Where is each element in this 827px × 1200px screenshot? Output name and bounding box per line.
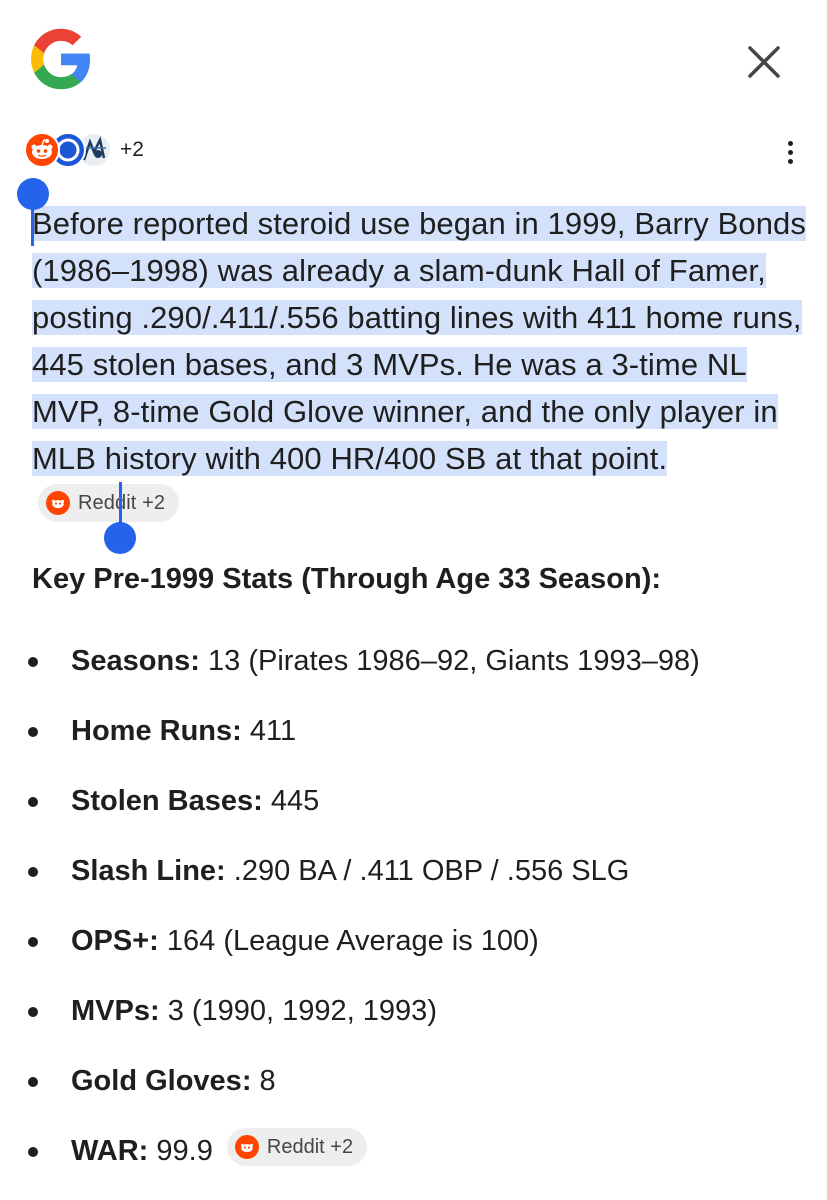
bullet [28,1077,38,1087]
citation-chip[interactable]: Reddit +2 [226,1128,368,1166]
close-icon [748,46,780,78]
bullet [28,727,38,737]
stat-value: 411 [249,715,297,747]
list-item: Seasons: 13 (Pirates 1986–92, Giants 199… [0,632,827,702]
stat-label: Seasons: [71,645,200,677]
selected-answer-text[interactable]: Before reported steroid use began in 199… [32,206,806,476]
close-button[interactable] [738,36,790,88]
selection-end-handle[interactable] [104,522,136,554]
top-bar [0,0,827,120]
bullet [28,657,38,667]
list-item: Stolen Bases: 445 [0,772,827,842]
stat-value: 3 (1990, 1992, 1993) [167,995,437,1027]
sources-row[interactable]: +2 [24,128,144,172]
stat-label: Stolen Bases: [71,785,263,817]
citation-chip[interactable]: Reddit +2 [38,484,180,522]
list-item: Slash Line: .290 BA / .411 OBP / .556 SL… [0,842,827,912]
bullet [28,1007,38,1017]
list-item: Gold Gloves: 8 [0,1052,827,1122]
stat-value: 445 [270,785,320,817]
stat-label: Home Runs: [71,715,242,747]
stats-heading: Key Pre-1999 Stats (Through Age 33 Seaso… [32,563,662,595]
bullet [28,797,38,807]
selection-start-handle[interactable] [17,178,49,210]
stat-value: 13 (Pirates 1986–92, Giants 1993–98) [208,645,700,677]
ai-overview-panel: +2 Before reported steroid use began in … [0,0,827,1200]
answer-paragraph: Before reported steroid use began in 199… [32,200,812,529]
more-options-button[interactable] [770,130,810,174]
list-item: Home Runs: 411 [0,702,827,772]
stat-label: OPS+: [71,925,159,957]
list-item: WAR: 99.9 Reddit +2 [0,1122,827,1192]
bullet [28,937,38,947]
stat-label: Gold Gloves: [71,1065,252,1097]
stat-value: 164 (League Average is 100) [166,925,539,957]
stat-value: 8 [259,1065,276,1097]
stat-value: .290 BA / .411 OBP / .556 SLG [233,855,630,887]
google-g-icon [31,28,91,90]
bullet [28,1147,38,1157]
stat-value: 99.9 [156,1135,213,1167]
reddit-icon [46,491,70,515]
more-vert-icon [787,140,793,146]
sources-extra-count: +2 [120,138,144,161]
reddit-icon[interactable] [24,132,60,168]
stats-list: Seasons: 13 (Pirates 1986–92, Giants 199… [0,632,827,1192]
citation-label: Reddit +2 [266,1136,354,1158]
stat-label: WAR: [71,1135,149,1167]
bullet [28,867,38,877]
list-item: OPS+: 164 (League Average is 100) [0,912,827,982]
stat-label: Slash Line: [71,855,226,887]
stat-label: MVPs: [71,995,160,1027]
list-item: MVPs: 3 (1990, 1992, 1993) [0,982,827,1052]
reddit-icon [234,1135,259,1159]
